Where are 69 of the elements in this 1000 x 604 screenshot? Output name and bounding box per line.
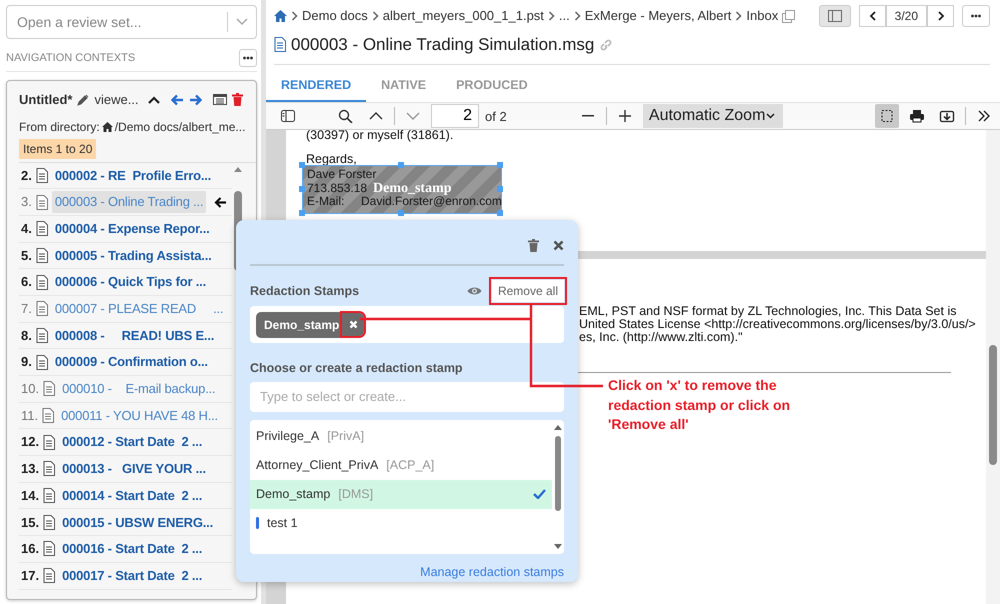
stamp-option[interactable]: Privilege_A [PrivA] <box>250 422 552 451</box>
breadcrumb-link[interactable]: Demo docs <box>302 6 368 26</box>
document-link[interactable]: 000007 - PLEASE READ ... <box>52 298 226 320</box>
item-number: 6. <box>21 273 32 292</box>
item-number: 12. <box>21 433 40 452</box>
stamp-option[interactable]: Attorney_Client_PrivA [ACP_A] <box>250 450 552 480</box>
item-number: 15. <box>21 514 40 532</box>
item-number: 17. <box>21 566 40 585</box>
stamp-search-field[interactable]: Type to select or create... <box>250 382 564 412</box>
breadcrumb-link[interactable]: ... <box>558 6 570 26</box>
document-text: Dave Forster <box>307 168 376 182</box>
review-set-field[interactable]: Open a review set... <box>15 10 219 34</box>
item-number: 16. <box>21 540 40 558</box>
document-link[interactable]: 000009 - Confirmation o... <box>52 351 211 373</box>
stamp-label: Demo_stamp <box>373 181 452 196</box>
document-link[interactable]: 000015 - UBSW ENERG... <box>59 512 216 534</box>
applied-stamps-field[interactable]: Demo_stamp <box>250 306 564 343</box>
document-link[interactable]: 000012 - Start Date 2 ... <box>59 431 206 453</box>
item-number: 13. <box>21 460 40 478</box>
document-text: (30397) or myself (31861). <box>306 130 454 143</box>
section-heading: Redaction Stamps <box>250 282 360 300</box>
remove-all-button[interactable]: Remove all <box>492 280 564 302</box>
stamp-chip: Demo_stamp <box>256 312 342 338</box>
annotation-text: Click on 'x' to remove the redaction stamp or click on 'Remove all' <box>608 376 792 434</box>
breadcrumb-link[interactable]: ExMerge - Meyers, Albert <box>584 6 732 26</box>
item-number: 5. <box>21 246 32 265</box>
zoom-select[interactable]: Automatic Zoom <box>642 104 783 128</box>
stamp-option[interactable]: Demo_stamp [DMS] <box>250 480 552 509</box>
item-number: 10. <box>21 380 40 398</box>
directory-label: From directory: <box>19 118 100 136</box>
item-number: 8. <box>21 326 32 345</box>
breadcrumb-link[interactable]: albert_meyers_000_1_1.pst <box>382 6 544 26</box>
breadcrumb-link[interactable]: Inbox <box>746 6 778 26</box>
item-number: 2. <box>21 166 32 185</box>
page-count: of 2 <box>485 108 507 126</box>
review-set-select[interactable]: Open a review set... <box>6 5 257 39</box>
document-link[interactable]: 000004 - Expense Repor... <box>52 218 213 240</box>
item-number: 14. <box>21 486 40 505</box>
document-link[interactable]: 000008 - READ! UBS E... <box>52 324 218 346</box>
item-number: 4. <box>21 220 32 238</box>
document-text: Regards, <box>306 152 357 166</box>
document-link[interactable]: 000017 - Start Date 2 ... <box>59 564 206 586</box>
item-number: 11. <box>21 406 38 425</box>
items-badge: Items 1 to 20 <box>19 138 96 158</box>
document-link[interactable]: 000014 - Start Date 2 ... <box>59 484 206 506</box>
document-link[interactable]: 000002 - RE Profile Erro... <box>52 164 214 186</box>
item-number: 7. <box>21 300 32 318</box>
document-link[interactable]: 000006 - Quick Tips for ... <box>52 271 209 293</box>
document-text: 713.853.18 <box>307 182 368 196</box>
context-name: Untitled* <box>19 91 72 109</box>
pager-count: 3/20 <box>886 5 927 27</box>
field-label: Choose or create a redaction stamp <box>250 360 464 377</box>
manage-stamps-link[interactable]: Manage redaction stamps <box>250 562 564 582</box>
document-text: es, Inc. (http://www.zlti.com)." <box>579 331 743 344</box>
document-link[interactable]: 000013 - GIVE YOUR ... <box>59 458 209 480</box>
document-text: EML, PST and NSF format by ZL Technologies, Inc. This Data Set is <box>579 305 956 318</box>
document-title: 000003 - Online Trading Simulation.msg <box>291 34 594 56</box>
item-number: 3. <box>21 193 32 212</box>
document-text: United States License <http://creativecommons.org/licenses/by/3.0/us/> <box>579 318 976 332</box>
item-number: 9. <box>21 353 32 372</box>
page-number-field[interactable]: 2 <box>431 104 479 128</box>
document-link[interactable]: 000005 - Trading Assista... <box>52 244 215 266</box>
document-link[interactable]: 000016 - Start Date 2 ... <box>59 538 206 560</box>
stamp-option[interactable]: test 1 <box>250 508 552 538</box>
document-link[interactable]: 000010 - E-mail backup... <box>59 378 218 400</box>
directory-path: /Demo docs/albert_me... <box>114 118 246 136</box>
view-label: viewe... <box>94 91 139 109</box>
section-heading: NAVIGATION CONTEXTS <box>6 50 136 66</box>
document-link[interactable]: 000011 - YOU HAVE 48 H... <box>58 404 221 426</box>
